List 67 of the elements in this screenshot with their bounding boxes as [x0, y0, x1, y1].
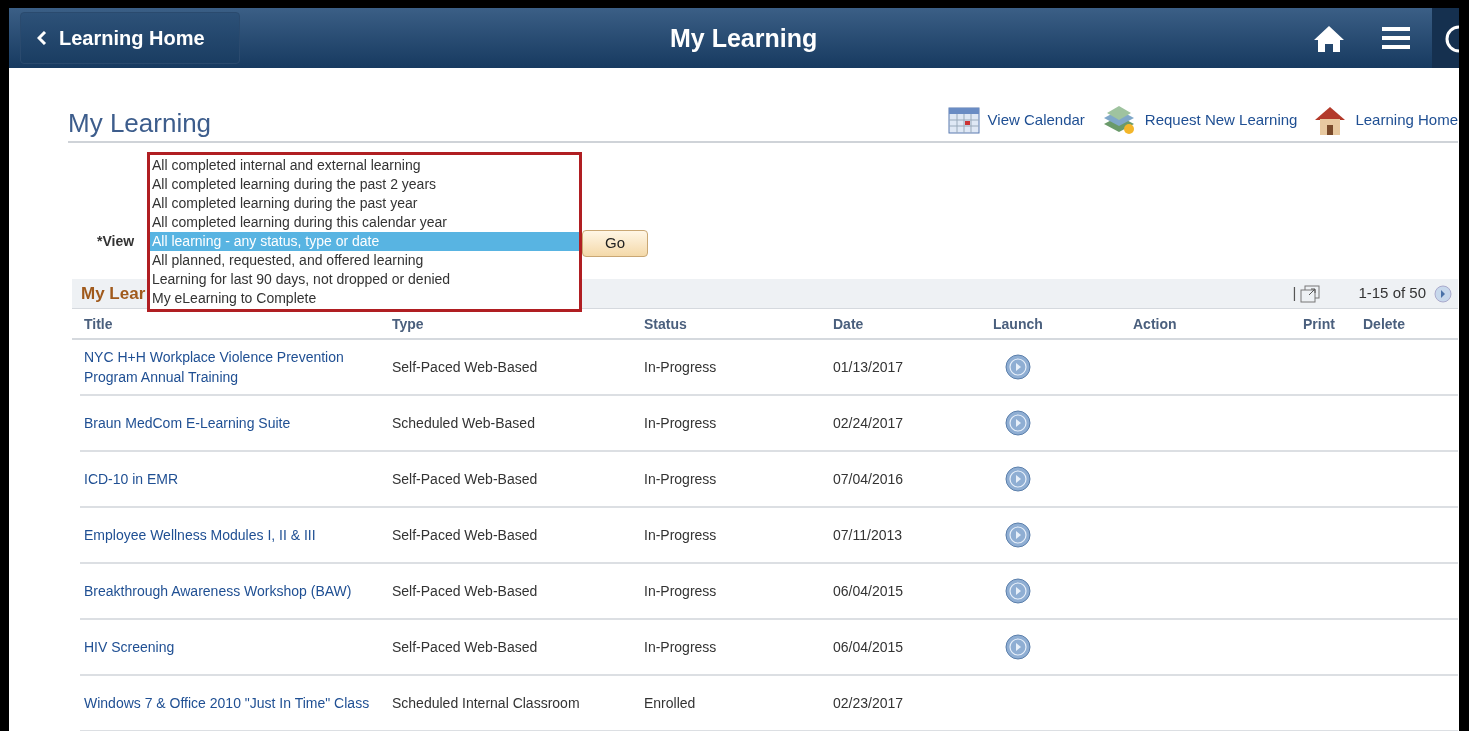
type-cell: Self-Paced Web-Based [392, 638, 538, 655]
course-title-link[interactable]: ICD-10 in EMR [84, 469, 384, 489]
date-cell: 07/04/2016 [833, 470, 904, 487]
column-header[interactable]: Print [1303, 315, 1335, 332]
play-icon[interactable] [1005, 578, 1031, 604]
go-button[interactable]: Go [582, 230, 649, 257]
header-link[interactable]: View Calendar [947, 106, 1085, 134]
date-cell: 01/13/2017 [833, 358, 904, 375]
type-cell: Scheduled Web-Based [392, 414, 535, 431]
status-cell: In-Progress [644, 526, 717, 543]
listbox-option[interactable]: All completed internal and external learning [150, 156, 579, 175]
course-title-link[interactable]: Breakthrough Awareness Workshop (BAW) [84, 581, 384, 601]
header-link[interactable]: Learning Home [1313, 104, 1458, 136]
play-icon[interactable] [1005, 634, 1031, 660]
next-page-icon[interactable] [1434, 284, 1452, 303]
calendar-icon [947, 106, 980, 134]
column-header[interactable]: Type [392, 315, 424, 332]
pager-text: 1-15 of 50 [1358, 283, 1426, 304]
listbox-option[interactable]: All completed learning during this calendar year [150, 213, 579, 232]
play-icon[interactable] [1005, 354, 1031, 380]
grid-title: My Lear [81, 282, 146, 305]
course-title-link[interactable]: Windows 7 & Office 2010 "Just In Time" Class [84, 693, 384, 713]
window-title: My Learning [670, 23, 818, 54]
home-icon[interactable] [1312, 24, 1346, 54]
column-header[interactable]: Launch [993, 315, 1043, 332]
date-cell: 06/04/2015 [833, 582, 904, 599]
page-title: My Learning [68, 110, 212, 136]
play-icon[interactable] [1005, 410, 1031, 436]
view-listbox[interactable] [147, 152, 582, 312]
column-header[interactable]: Action [1133, 315, 1177, 332]
header-link[interactable]: Request New Learning [1100, 104, 1298, 136]
listbox-option[interactable]: My eLearning to Complete [150, 289, 579, 308]
status-cell: In-Progress [644, 638, 717, 655]
status-cell: In-Progress [644, 582, 717, 599]
type-cell: Self-Paced Web-Based [392, 582, 538, 599]
status-cell: In-Progress [644, 414, 717, 431]
column-header[interactable]: Delete [1363, 315, 1406, 332]
zoom-grid-icon[interactable] [1300, 284, 1321, 303]
play-icon[interactable] [1005, 522, 1031, 548]
chevron-left-icon [37, 31, 47, 45]
view-label: *View [97, 232, 135, 251]
type-cell: Self-Paced Web-Based [392, 526, 538, 543]
type-cell: Self-Paced Web-Based [392, 470, 538, 487]
date-cell: 07/11/2013 [833, 526, 903, 543]
back-button[interactable]: Learning Home [20, 12, 240, 64]
type-cell: Self-Paced Web-Based [392, 358, 538, 375]
column-header[interactable]: Status [644, 315, 687, 332]
status-cell: In-Progress [644, 358, 717, 375]
play-icon[interactable] [1005, 466, 1031, 492]
course-title-link[interactable]: NYC H+H Workplace Violence Prevention Program Annual Training [84, 347, 384, 387]
menu-icon[interactable] [1382, 26, 1410, 50]
status-cell: Enrolled [644, 694, 696, 711]
course-title-link[interactable]: HIV Screening [84, 637, 384, 657]
listbox-option[interactable]: All completed learning during the past 2 years [150, 175, 579, 194]
date-cell: 02/23/2017 [833, 694, 904, 711]
column-header[interactable]: Date [833, 315, 864, 332]
status-cell: In-Progress [644, 470, 717, 487]
listbox-option[interactable]: All planned, requested, and offered learning [150, 251, 579, 270]
listbox-option[interactable]: Learning for last 90 days, not dropped or denied [150, 270, 579, 289]
type-cell: Scheduled Internal Classroom [392, 694, 580, 711]
course-title-link[interactable]: Braun MedCom E-Learning Suite [84, 413, 384, 433]
course-title-link[interactable]: Employee Wellness Modules I, II & III [84, 525, 384, 545]
separator: | [1292, 283, 1297, 304]
date-cell: 02/24/2017 [833, 414, 904, 431]
listbox-option[interactable]: All completed learning during the past year [150, 194, 579, 213]
column-header[interactable]: Title [84, 315, 113, 332]
date-cell: 06/04/2015 [833, 638, 904, 655]
